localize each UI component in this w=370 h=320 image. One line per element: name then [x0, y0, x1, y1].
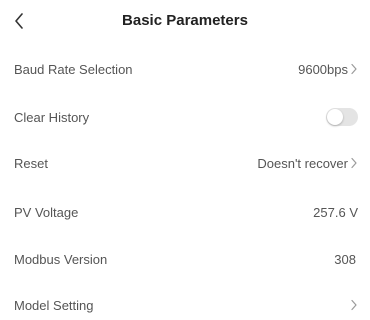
modbus-version-label: Modbus Version: [14, 251, 108, 267]
reset-row[interactable]: Reset Doesn't recover: [0, 148, 370, 178]
model-setting-label: Model Setting: [14, 297, 94, 313]
baud-rate-value: 9600bps: [298, 61, 348, 77]
baud-rate-row[interactable]: Baud Rate Selection 9600bps: [0, 54, 370, 84]
modbus-version-value: 308: [334, 251, 356, 267]
toggle-knob: [327, 109, 343, 125]
clear-history-toggle[interactable]: [326, 108, 358, 126]
baud-rate-label: Baud Rate Selection: [14, 61, 133, 77]
chevron-right-icon: [351, 157, 357, 169]
reset-label: Reset: [14, 155, 48, 171]
clear-history-row: Clear History: [0, 102, 370, 132]
model-setting-row[interactable]: Model Setting: [0, 290, 370, 320]
clear-history-label: Clear History: [14, 109, 90, 125]
pv-voltage-label: PV Voltage: [14, 204, 79, 220]
page-title: Basic Parameters: [122, 12, 248, 29]
chevron-right-icon: [351, 63, 357, 75]
pv-voltage-row: PV Voltage 257.6 V: [0, 197, 370, 227]
header-bar: Basic Parameters: [0, 0, 370, 44]
chevron-right-icon: [351, 299, 357, 311]
modbus-version-row: Modbus Version 308: [0, 244, 370, 274]
reset-value: Doesn't recover: [257, 155, 348, 171]
pv-voltage-value: 257.6 V: [313, 204, 358, 220]
